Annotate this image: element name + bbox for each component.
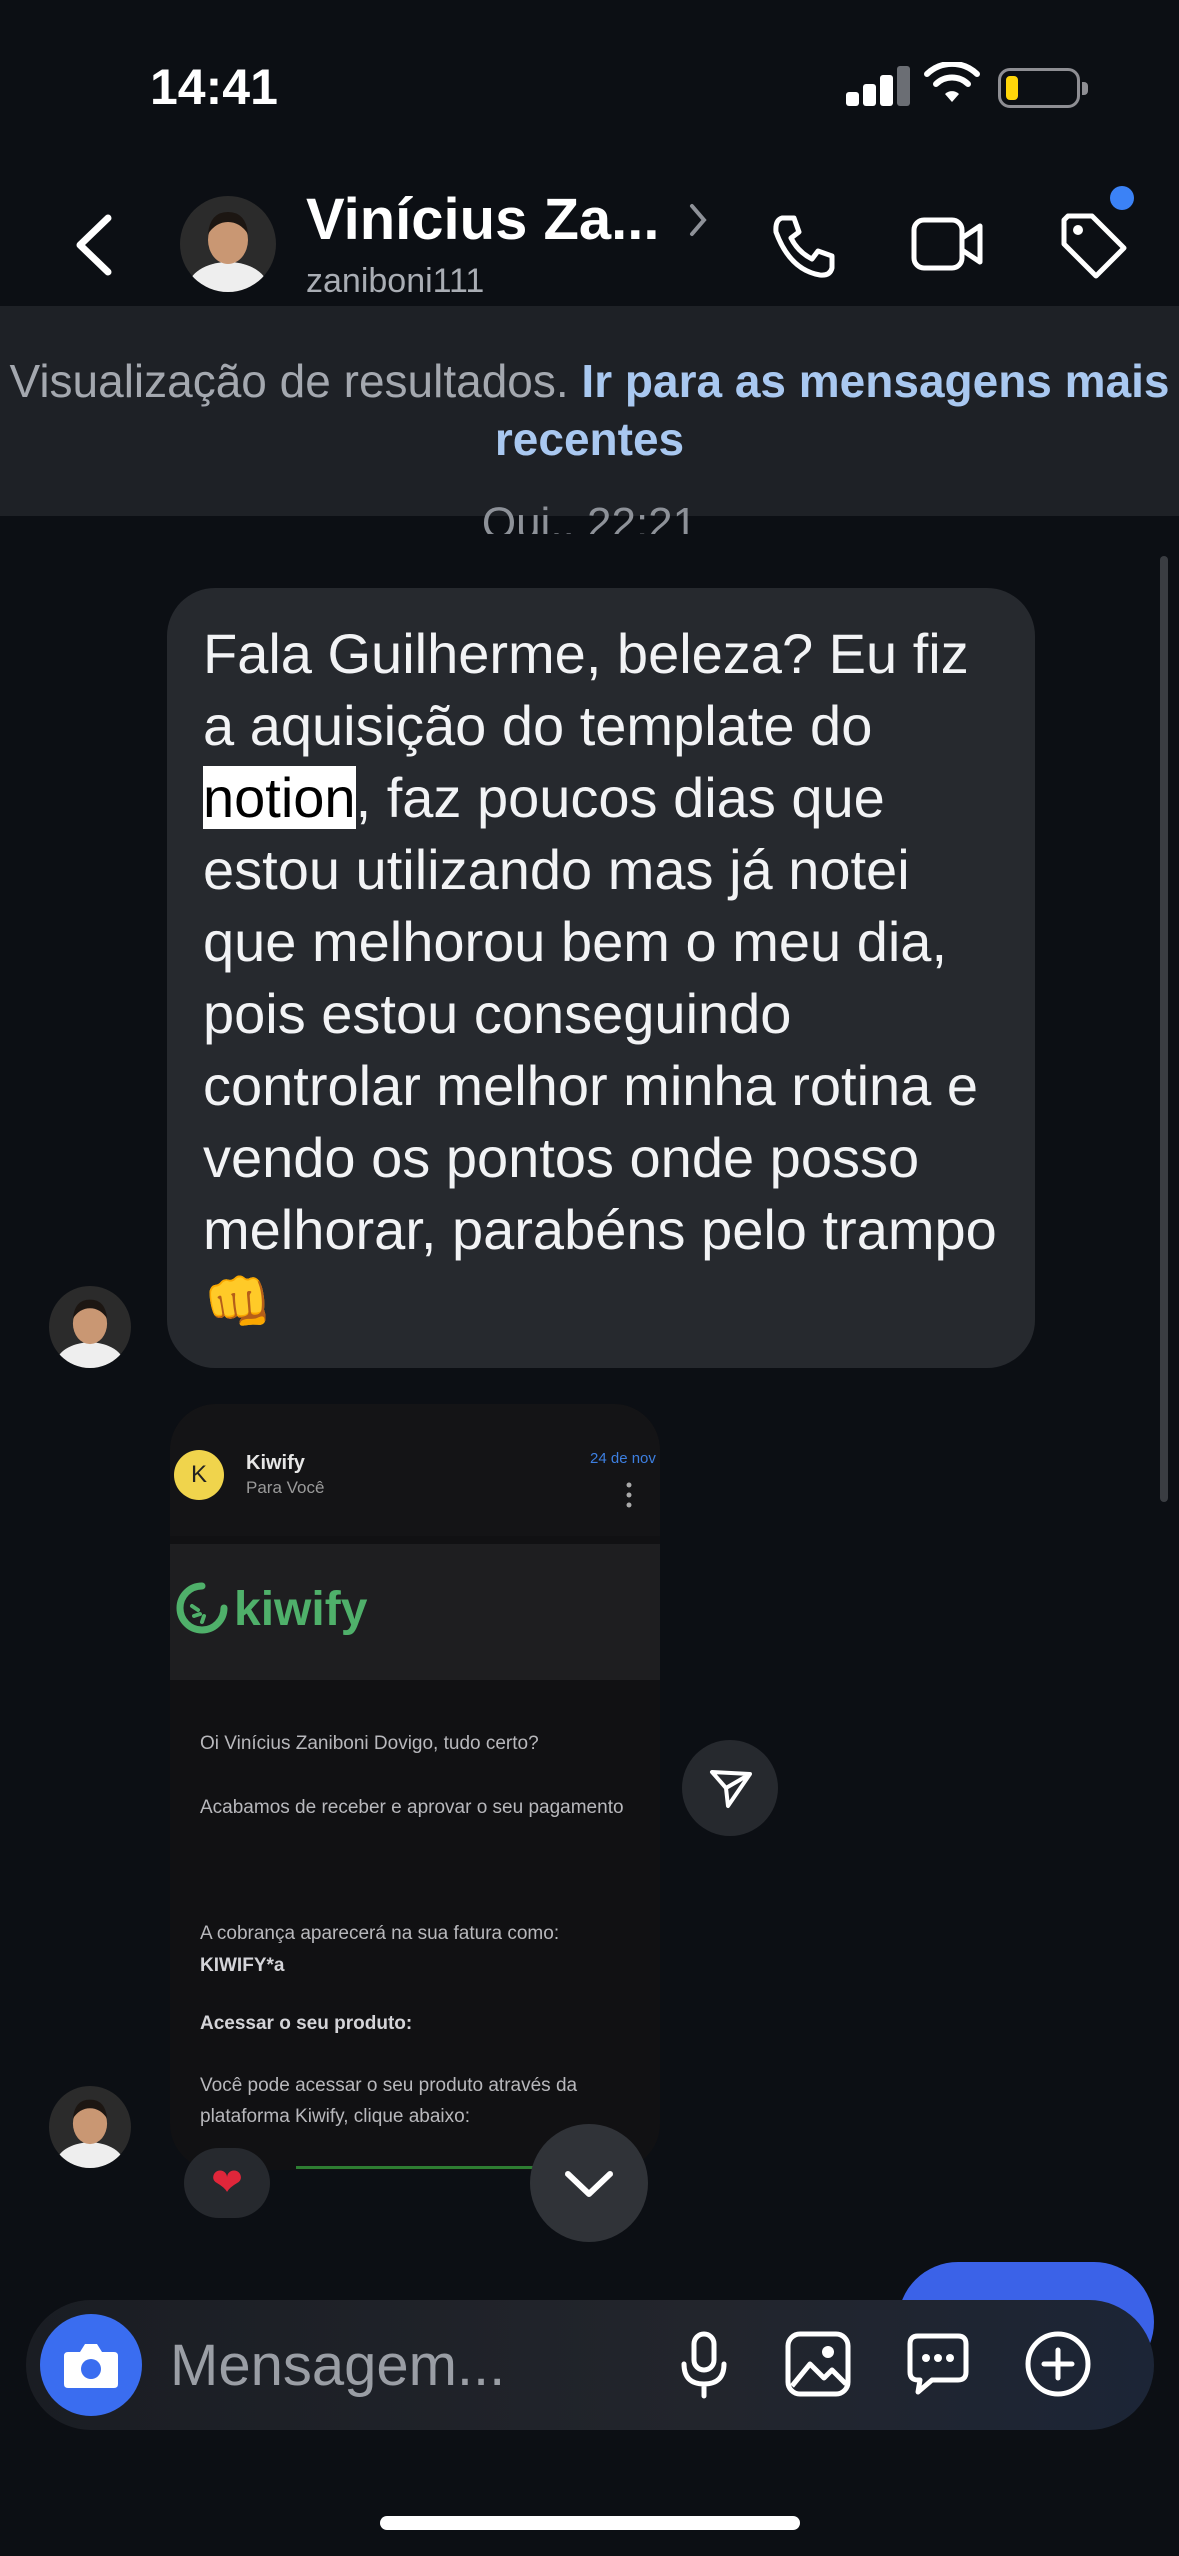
scroll-to-bottom-button[interactable] bbox=[530, 2124, 648, 2242]
contact-name[interactable]: Vinícius Za... bbox=[306, 186, 660, 253]
microphone-icon[interactable] bbox=[664, 2324, 744, 2404]
date-separator: Qui., 22:21 bbox=[481, 499, 698, 534]
home-indicator[interactable] bbox=[380, 2516, 800, 2530]
phone-call-icon[interactable] bbox=[768, 210, 840, 282]
contact-username[interactable]: zaniboni111 bbox=[306, 262, 484, 301]
sender-avatar[interactable] bbox=[49, 1286, 131, 1368]
search-highlight: notion bbox=[203, 766, 356, 829]
scrollbar[interactable] bbox=[1160, 556, 1168, 1502]
message-bubble[interactable]: Fala Guilherme, beleza? Eu fiz a aquisiç… bbox=[167, 588, 1035, 1368]
gallery-icon[interactable] bbox=[778, 2324, 858, 2404]
tag-label-icon[interactable] bbox=[1058, 210, 1128, 280]
status-time: 14:41 bbox=[150, 59, 278, 115]
banner-text: Visualização de resultados. bbox=[9, 355, 569, 407]
battery-icon bbox=[998, 68, 1088, 108]
heart-reaction[interactable]: ❤ bbox=[184, 2148, 270, 2218]
cellular-signal-icon bbox=[846, 66, 910, 106]
notification-dot bbox=[1110, 186, 1134, 210]
email-header bbox=[170, 1404, 660, 1536]
shared-image[interactable]: K Kiwify Para Você 24 de nov kiwify Oi V… bbox=[170, 1404, 660, 2170]
email-sender: Kiwify bbox=[246, 1452, 305, 1474]
camera-button[interactable] bbox=[40, 2314, 142, 2416]
video-call-icon[interactable] bbox=[910, 212, 984, 276]
email-sender-avatar: K bbox=[174, 1450, 224, 1500]
search-results-banner: Visualização de resultados. Ir para as m… bbox=[0, 306, 1179, 516]
email-greeting: Oi Vinícius Zaniboni Dovigo, tudo certo? bbox=[200, 1733, 539, 1754]
email-line-3: Acessar o seu produto: bbox=[200, 2013, 413, 2034]
message-input[interactable]: Mensagem... bbox=[170, 2332, 505, 2399]
kiwify-logo-icon bbox=[176, 1582, 228, 1634]
email-date: 24 de nov bbox=[590, 1450, 656, 1467]
wifi-icon bbox=[924, 62, 980, 102]
camera-icon bbox=[64, 2344, 118, 2388]
sticker-chat-icon[interactable] bbox=[898, 2324, 978, 2404]
recent-messages-link[interactable]: Ir para as mensagens mais recentes bbox=[495, 355, 1170, 465]
message-text-end: , faz poucos dias que estou utilizando m… bbox=[203, 766, 997, 1333]
message-text-start: Fala Guilherme, beleza? Eu fiz a aquisiç… bbox=[203, 622, 969, 757]
email-line-2-bold: KIWIFY*a bbox=[200, 1955, 285, 1976]
more-options-icon bbox=[626, 1482, 632, 1508]
email-button-edge bbox=[296, 2166, 546, 2169]
back-chevron-icon[interactable] bbox=[70, 210, 120, 280]
add-plus-icon[interactable] bbox=[1018, 2324, 1098, 2404]
sender-avatar[interactable] bbox=[49, 2086, 131, 2168]
kiwify-logo: kiwify bbox=[234, 1583, 368, 1636]
contact-avatar[interactable] bbox=[180, 196, 276, 292]
email-subtitle: Para Você bbox=[246, 1478, 325, 1497]
chevron-right-icon[interactable] bbox=[686, 200, 710, 240]
email-line-1: Acabamos de receber e aprovar o seu paga… bbox=[200, 1797, 624, 1818]
email-line-2: A cobrança aparecerá na sua fatura como: bbox=[200, 1923, 560, 1944]
chevron-down-icon bbox=[565, 2171, 613, 2197]
send-icon bbox=[710, 1770, 752, 1808]
email-line-4: Você pode acessar o seu produto através … bbox=[200, 2075, 578, 2127]
share-button[interactable] bbox=[682, 1740, 778, 1836]
